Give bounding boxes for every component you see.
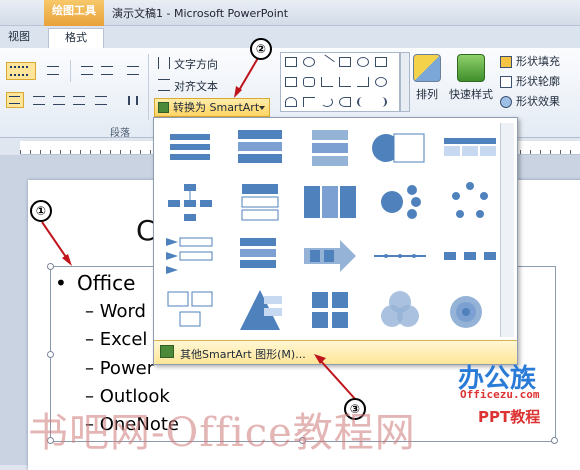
logo-text-ppt: PPT教程 (478, 408, 541, 426)
watermark: 书吧网-Office教程网 (28, 410, 416, 456)
callout-1: ① (30, 200, 52, 222)
arrow-1-head (62, 254, 72, 266)
arrow-3-head (314, 354, 326, 364)
arrow-3 (319, 359, 357, 401)
logo-text-en: Officezu.com (460, 388, 540, 401)
callout-2: ② (250, 38, 272, 60)
arrow-2 (237, 57, 259, 93)
arrow-1 (41, 221, 69, 261)
site-logo: 办公族 Officezu.com PPT教程 (458, 358, 576, 434)
